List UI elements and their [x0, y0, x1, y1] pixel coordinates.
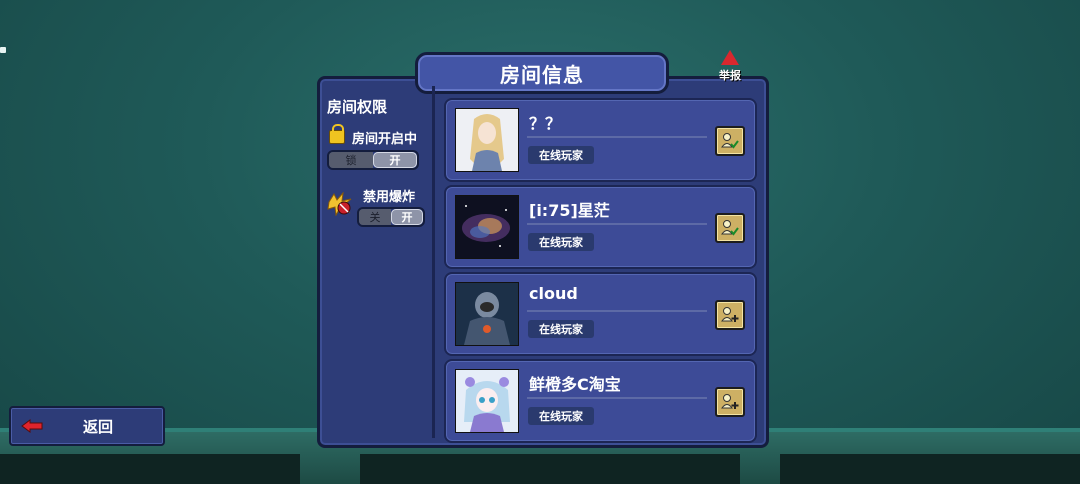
- user-check-button[interactable]: [715, 213, 745, 243]
- user-check-icon: [721, 133, 739, 149]
- avatar-nebula-icon: [456, 196, 518, 258]
- toggle-off-option[interactable]: 关: [359, 209, 391, 225]
- player-card: [i:75]星茫 在线玩家: [444, 185, 757, 269]
- online-status-badge: 在线玩家: [528, 407, 594, 425]
- add-friend-button[interactable]: [715, 387, 745, 417]
- user-add-icon: [721, 307, 739, 322]
- player-avatar: [455, 195, 519, 259]
- player-avatar: [455, 282, 519, 346]
- online-status-badge: 在线玩家: [528, 320, 594, 338]
- player-name: cloud: [529, 284, 578, 303]
- back-label: 返回: [83, 417, 114, 436]
- ground-shadow: [0, 454, 300, 484]
- player-avatar: [455, 369, 519, 433]
- room-status-label: 房间开启中: [352, 132, 418, 147]
- ground-shadow: [360, 454, 740, 484]
- explosion-toggle[interactable]: 关 开: [357, 207, 425, 227]
- bomb-icon: [327, 192, 352, 216]
- panel-divider: [432, 86, 435, 438]
- lock-icon: [329, 124, 345, 144]
- player-avatar: [455, 108, 519, 172]
- add-friend-button[interactable]: [715, 300, 745, 330]
- toggle-lock-option[interactable]: 锁: [329, 152, 373, 168]
- window-title-text: 房间信息: [500, 62, 584, 87]
- avatar-portrait-icon: [456, 109, 518, 171]
- player-card: cloud 在线玩家: [444, 272, 757, 356]
- ground-shadow: [780, 454, 1080, 484]
- permissions-panel: 房间权限 房间开启中 锁 开 禁用爆炸 关 开: [321, 86, 431, 436]
- room-lock-toggle[interactable]: 锁 开: [327, 150, 419, 170]
- name-underline: [527, 310, 707, 312]
- user-check-icon: [721, 220, 739, 236]
- user-check-button[interactable]: [715, 126, 745, 156]
- back-button[interactable]: 返回: [9, 406, 165, 446]
- report-button[interactable]: 举报: [712, 50, 748, 84]
- permissions-heading: 房间权限: [327, 98, 388, 116]
- user-add-icon: [721, 394, 739, 409]
- explosion-label: 禁用爆炸: [363, 190, 416, 205]
- online-status-badge: 在线玩家: [528, 233, 594, 251]
- toggle-on-option[interactable]: 开: [391, 209, 423, 225]
- name-underline: [527, 397, 707, 399]
- player-card: ？？ 在线玩家: [444, 98, 757, 182]
- toggle-open-option[interactable]: 开: [373, 152, 417, 168]
- online-status-badge: 在线玩家: [528, 146, 594, 164]
- avatar-anime-icon: [456, 370, 518, 432]
- report-alert-icon: [721, 50, 739, 65]
- player-card: 鲜橙多C淘宝 在线玩家: [444, 359, 757, 443]
- player-name: [i:75]星茫: [529, 201, 610, 220]
- background-star: [0, 47, 6, 53]
- report-label: 举报: [719, 69, 741, 82]
- player-name: 鲜橙多C淘宝: [529, 375, 621, 394]
- avatar-robot-icon: [456, 283, 518, 345]
- window-title: 房间信息: [415, 52, 669, 94]
- player-name: ？？: [529, 114, 562, 133]
- name-underline: [527, 223, 707, 225]
- name-underline: [527, 136, 707, 138]
- back-arrow-icon: [21, 419, 43, 433]
